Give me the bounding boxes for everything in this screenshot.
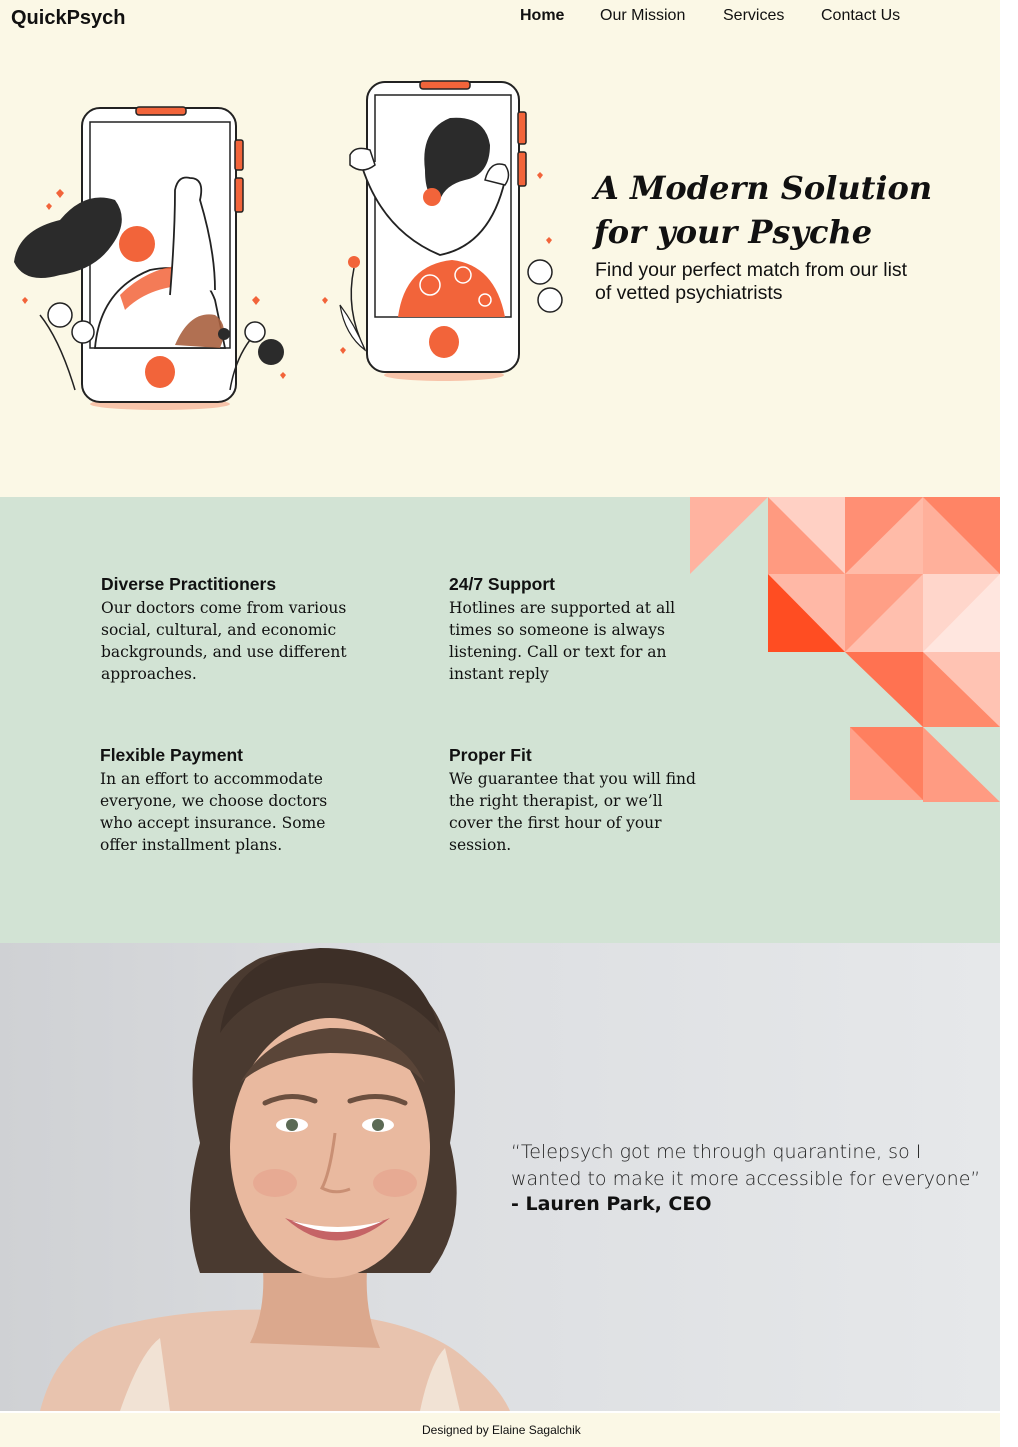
nav-contact-us[interactable]: Contact Us [821,7,900,25]
feature-24-7-support: 24/7 Support Hotlines are supported at a… [449,573,709,685]
footer: Designed by Elaine Sagalchik [0,1413,1000,1447]
smiling-woman-portrait [40,948,510,1411]
nav-our-mission[interactable]: Our Mission [600,7,723,25]
hero-title: A Modern Solution for your Psyche [594,166,974,254]
testimonial-quote: “Telepsych got me through quarantine, so… [511,1141,981,1190]
site-logo[interactable]: QuickPsych [11,7,126,30]
feature-body: In an effort to accommodate everyone, we… [100,770,328,854]
feature-title: Proper Fit [449,745,532,765]
main-nav: Home Our Mission Services Contact Us [520,7,900,25]
features-section: Diverse Practitioners Our doctors come f… [0,497,1000,943]
footer-credit: Designed by Elaine Sagalchik [422,1423,581,1437]
nav-services[interactable]: Services [723,7,821,25]
feature-flexible-payment: Flexible Payment In an effort to accommo… [100,744,360,856]
hero-subtitle: Find your perfect match from our list of… [595,259,908,304]
feature-title: Flexible Payment [100,745,243,765]
hero-title-line2: for your Psyche [594,213,873,251]
hero-title-line1: A Modern Solution [594,169,933,207]
feature-diverse-practitioners: Diverse Practitioners Our doctors come f… [101,573,361,685]
feature-body: Hotlines are supported at all times so s… [449,599,676,683]
feature-title: Diverse Practitioners [101,574,277,594]
testimonial-author: - Lauren Park, CEO [511,1193,712,1215]
nav-home[interactable]: Home [520,7,600,25]
triangle-pattern-decoration [690,497,1000,802]
feature-body: Our doctors come from various social, cu… [101,599,347,683]
feature-title: 24/7 Support [449,574,555,594]
testimonial-section: “Telepsych got me through quarantine, so… [0,943,1000,1411]
phones-video-call-illustration [14,80,563,410]
hero-section: QuickPsych Home Our Mission Services Con… [0,0,1000,497]
feature-proper-fit: Proper Fit We guarantee that you will fi… [449,744,709,856]
feature-body: We guarantee that you will find the righ… [449,770,696,854]
